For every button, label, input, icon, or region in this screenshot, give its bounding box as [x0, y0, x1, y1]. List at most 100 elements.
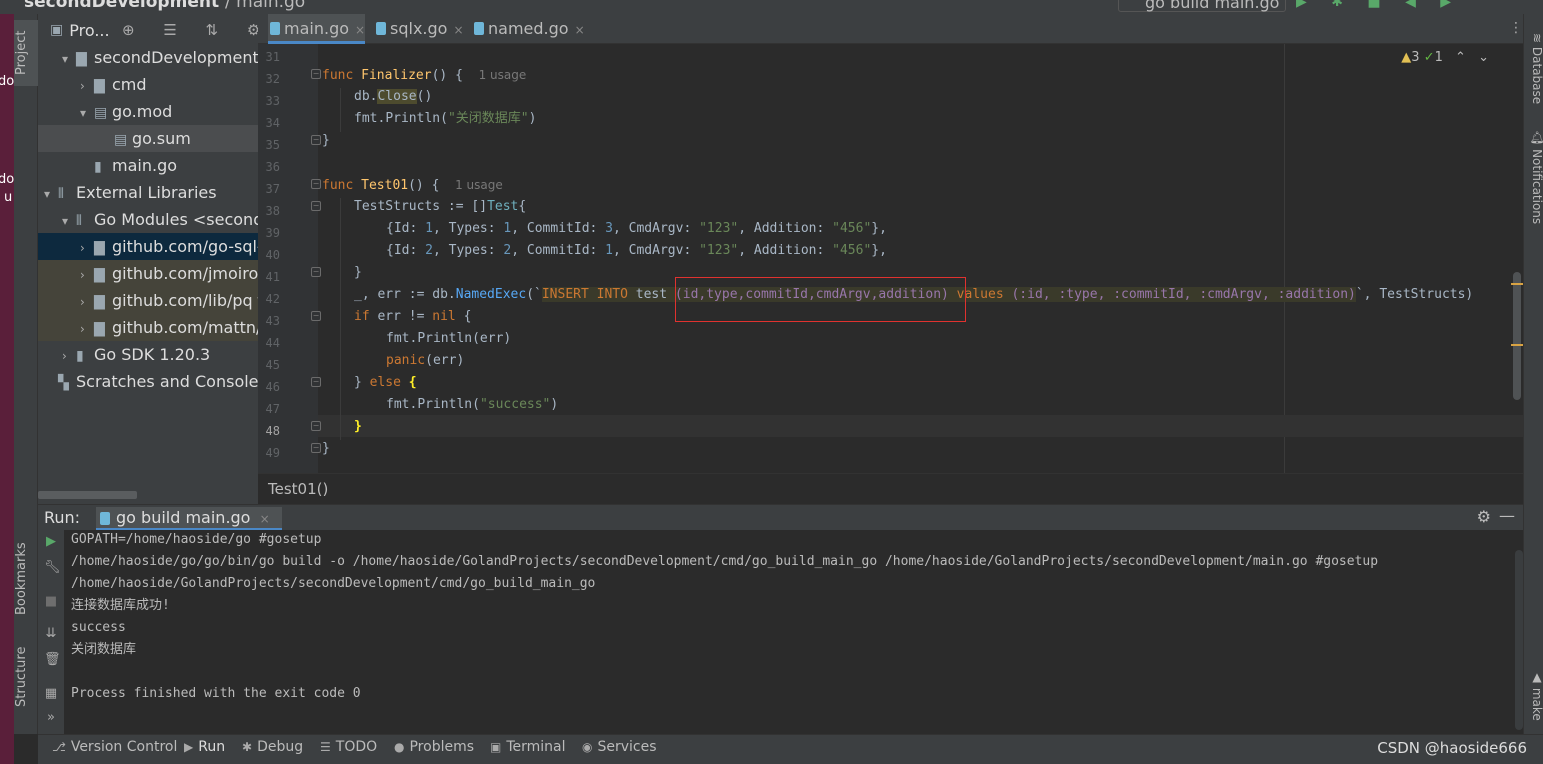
chevron-up-icon[interactable]: ⌃: [1455, 50, 1466, 65]
project-header-icons[interactable]: ⊕ ☰ ⇅ ⚙ —: [122, 21, 258, 39]
minimize-icon[interactable]: —: [1499, 506, 1515, 525]
code-line-45[interactable]: panic(err): [386, 350, 464, 372]
tree-item[interactable]: › ▇ github.com/mattn/g: [38, 314, 258, 341]
project-hscrollbar[interactable]: [38, 491, 137, 499]
close-icon[interactable]: ×: [575, 23, 585, 37]
project-panel-title[interactable]: Pro...: [69, 21, 109, 40]
code-line-40[interactable]: {Id: 2, Types: 2, CommitId: 1, CmdArgv: …: [386, 240, 887, 262]
bottom-tab-label: Version Control: [70, 739, 178, 755]
more-icon[interactable]: ⋮: [1509, 20, 1523, 36]
tab-sqlx-go[interactable]: sqlx.go ×: [374, 14, 464, 44]
bottom-tab-debug[interactable]: ✱ Debug: [242, 739, 303, 755]
soft-wrap-icon[interactable]: ⇊: [44, 626, 58, 641]
bottom-tab-version-control[interactable]: ⎇ Version Control: [52, 739, 177, 755]
tree-item[interactable]: ▮ main.go: [38, 152, 258, 179]
tree-item[interactable]: ▾▇secondDevelopment~/G: [38, 44, 258, 71]
chevron-down-icon[interactable]: ▾: [44, 181, 58, 208]
run-config-tab[interactable]: go build main.go ×: [96, 507, 282, 531]
tree-item[interactable]: ▾ ⫴ External Libraries: [38, 179, 258, 206]
chevron-down-icon[interactable]: ▾: [80, 100, 94, 127]
code-line-39[interactable]: {Id: 1, Types: 1, CommitId: 3, CmdArgv: …: [386, 218, 887, 240]
code-line-46[interactable]: } else {: [354, 372, 417, 394]
bookmarks-tool-tab[interactable]: Bookmarks: [14, 534, 38, 624]
editor-vscrollbar[interactable]: [1513, 272, 1521, 400]
rerun-icon[interactable]: ▶: [44, 534, 58, 549]
tree-item[interactable]: ▚ Scratches and Consoles: [38, 368, 258, 395]
close-icon[interactable]: ×: [260, 512, 270, 526]
code-line-37[interactable]: func Test01() { 1 usage: [322, 174, 503, 196]
tree-item[interactable]: › ▇ cmd: [38, 71, 258, 98]
close-icon[interactable]: ×: [355, 23, 365, 37]
project-view-icon: ▣: [50, 22, 64, 38]
code-line-35[interactable]: }: [322, 130, 330, 152]
chevron-right-icon[interactable]: ›: [62, 343, 76, 370]
trash-icon[interactable]: 🗑︎: [44, 652, 61, 667]
tab-named-go[interactable]: named.go ×: [472, 14, 585, 44]
chevron-right-icon[interactable]: ›: [80, 73, 94, 100]
tree-item[interactable]: › ▇ github.com/jmoiron: [38, 260, 258, 287]
title-file[interactable]: main.go: [236, 0, 305, 12]
line-number: 48: [265, 424, 280, 438]
project-panel-header: ▣ Pro... ⊕ ☰ ⇅ ⚙ —: [38, 14, 258, 46]
close-icon[interactable]: ×: [453, 23, 463, 37]
chevron-right-icon[interactable]: ›: [80, 262, 94, 289]
console-vscrollbar[interactable]: [1515, 550, 1523, 730]
title-project[interactable]: secondDevelopment: [24, 0, 219, 12]
chevron-right-icon[interactable]: ›: [80, 316, 94, 343]
file-type-icon: ▇: [94, 240, 105, 256]
code-line-49[interactable]: }: [322, 438, 330, 460]
gear-icon[interactable]: ⚙: [1477, 507, 1491, 526]
code-line-43[interactable]: if err != nil {: [354, 306, 471, 328]
tree-item[interactable]: ›▇github.com/lib/pqv: [38, 287, 258, 314]
tab-main-go[interactable]: main.go ×: [268, 14, 366, 44]
run-toolbar: ▶ 🔧︎ ■ ⇊ 🗑︎ ▦ »: [38, 530, 64, 734]
chevron-down-icon[interactable]: ⌄: [1478, 50, 1489, 65]
inspection-widget[interactable]: ▲3 ✓1 ⌃ ⌄: [1401, 50, 1489, 65]
code-line-44[interactable]: fmt.Println(err): [386, 328, 511, 350]
code-line-48[interactable]: }: [354, 416, 362, 438]
notifications-tool-tab[interactable]: 🔔︎ Notifications: [1524, 122, 1543, 232]
warning-marker[interactable]: [1511, 283, 1523, 285]
line-number: 37: [265, 182, 280, 196]
tree-item[interactable]: › ▇ github.com/go-sql-d: [38, 233, 258, 260]
go-file-icon: [376, 22, 386, 35]
code-line-32[interactable]: func Finalizer() { 1 usage: [322, 64, 526, 86]
chevron-down-icon[interactable]: ▾: [62, 46, 76, 73]
chevron-right-icon[interactable]: ›: [80, 289, 94, 316]
bottom-tab-label: Terminal: [506, 739, 566, 755]
code-line-33[interactable]: db.Close(): [354, 86, 432, 108]
go-file-icon: [100, 512, 110, 525]
code-line-47[interactable]: fmt.Println("success"): [386, 394, 558, 416]
current-line-highlight: [318, 415, 1523, 437]
project-tool-tab[interactable]: Project: [14, 20, 38, 86]
bottom-tab-problems[interactable]: ● Problems: [394, 739, 474, 755]
bottom-tab-services[interactable]: ◉ Services: [582, 739, 657, 755]
code-line-41[interactable]: }: [354, 262, 362, 284]
code-editor[interactable]: 31 32 33 34 35 36 37 38 39 40 41 42 43 44 45 46 47 48 49 −…: [258, 44, 1523, 473]
make-tool-tab[interactable]: ▲ make: [1524, 670, 1543, 721]
more-tools-icon[interactable]: »: [44, 710, 58, 725]
tree-item[interactable]: ▾⫴ Go Modules <secondDe: [38, 206, 258, 233]
warning-marker[interactable]: [1511, 344, 1523, 346]
chevron-down-icon[interactable]: ▾: [62, 208, 76, 235]
run-config-selector[interactable]: go build main.go: [1118, 0, 1286, 12]
tree-item[interactable]: › ▮ Go SDK 1.20.3: [38, 341, 258, 368]
bottom-tab-icon: ▶: [184, 740, 194, 754]
run-toolbar-icons[interactable]: ▶ ✱ ■ ◀ ▶: [1296, 0, 1461, 10]
run-console[interactable]: GOPATH=/home/haoside/go #gosetup/home/ha…: [64, 530, 1523, 734]
tree-item[interactable]: ▾ ▤ go.mod: [38, 98, 258, 125]
bottom-tab-run[interactable]: ▶ Run: [184, 739, 225, 755]
code-line-34[interactable]: fmt.Println("关闭数据库"): [354, 108, 536, 130]
tree-item[interactable]: ▤ go.sum: [38, 125, 258, 152]
structure-tool-tab[interactable]: Structure: [14, 642, 38, 712]
database-tool-tab[interactable]: ≋ Database: [1524, 24, 1543, 114]
breadcrumb-function[interactable]: Test01(): [268, 480, 328, 498]
bottom-tab-terminal[interactable]: ▣ Terminal: [490, 739, 566, 755]
wrench-icon[interactable]: 🔧︎: [44, 560, 61, 575]
stop-icon[interactable]: ■: [44, 594, 58, 609]
bottom-tab-todo[interactable]: ☰ TODO: [320, 739, 377, 755]
chevron-right-icon[interactable]: ›: [80, 235, 94, 262]
layout-icon[interactable]: ▦: [44, 686, 58, 701]
code-line-38[interactable]: TestStructs := []Test{: [354, 196, 526, 218]
tree-item-label: github.com/mattn/g: [112, 318, 258, 337]
